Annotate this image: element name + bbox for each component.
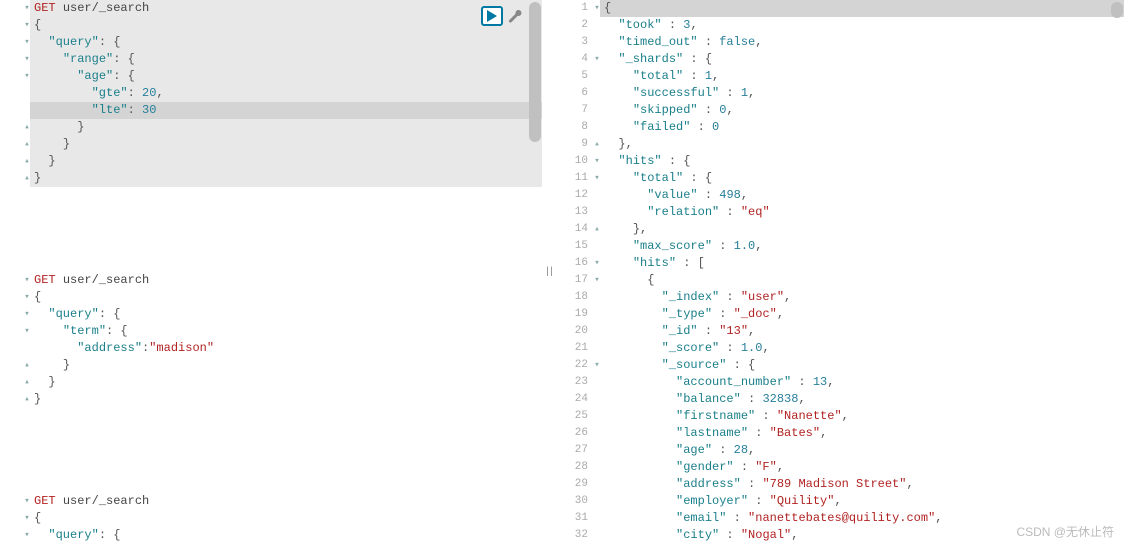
request-editor-pane: ▾▾▾▾▾▴▴▴▴▾▾▾▾▴▴▴▾▾▾▾ GET user/_search{ "… [0,0,542,545]
scrollbar[interactable] [1110,0,1124,545]
line-gutter [0,0,20,545]
play-icon [487,10,497,22]
request-code[interactable]: GET user/_search{ "query": { "range": { … [30,0,542,545]
response-code[interactable]: { "took" : 3, "timed_out" : false, "_sha… [600,0,1124,545]
request-toolbar [481,6,524,26]
wrench-icon [508,9,522,23]
response-viewer-pane: 1234567891011121314151617181920212223242… [555,0,1124,545]
scrollbar-thumb[interactable] [529,2,541,142]
pane-splitter[interactable]: || [542,0,555,545]
scrollbar[interactable] [528,0,542,545]
scrollbar-thumb[interactable] [1111,2,1123,18]
watermark: CSDN @无休止符 [1016,523,1114,540]
run-query-button[interactable] [481,6,503,26]
fold-gutter[interactable]: ▾▾▾▾▾▴▴▴▴▾▾▾▾▴▴▴▾▾▾▾ [20,0,30,545]
wrench-button[interactable] [506,6,524,26]
fold-gutter[interactable]: ▾▾▴▾▾▴▾▾▾ [590,0,600,545]
splitter-handle-icon: || [544,267,552,278]
response-editor[interactable]: 1234567891011121314151617181920212223242… [555,0,1124,545]
line-gutter: 1234567891011121314151617181920212223242… [555,0,590,545]
request-editor[interactable]: ▾▾▾▾▾▴▴▴▴▾▾▾▾▴▴▴▾▾▾▾ GET user/_search{ "… [0,0,542,545]
dev-console: ▾▾▾▾▾▴▴▴▴▾▾▾▾▴▴▴▾▾▾▾ GET user/_search{ "… [0,0,1124,545]
